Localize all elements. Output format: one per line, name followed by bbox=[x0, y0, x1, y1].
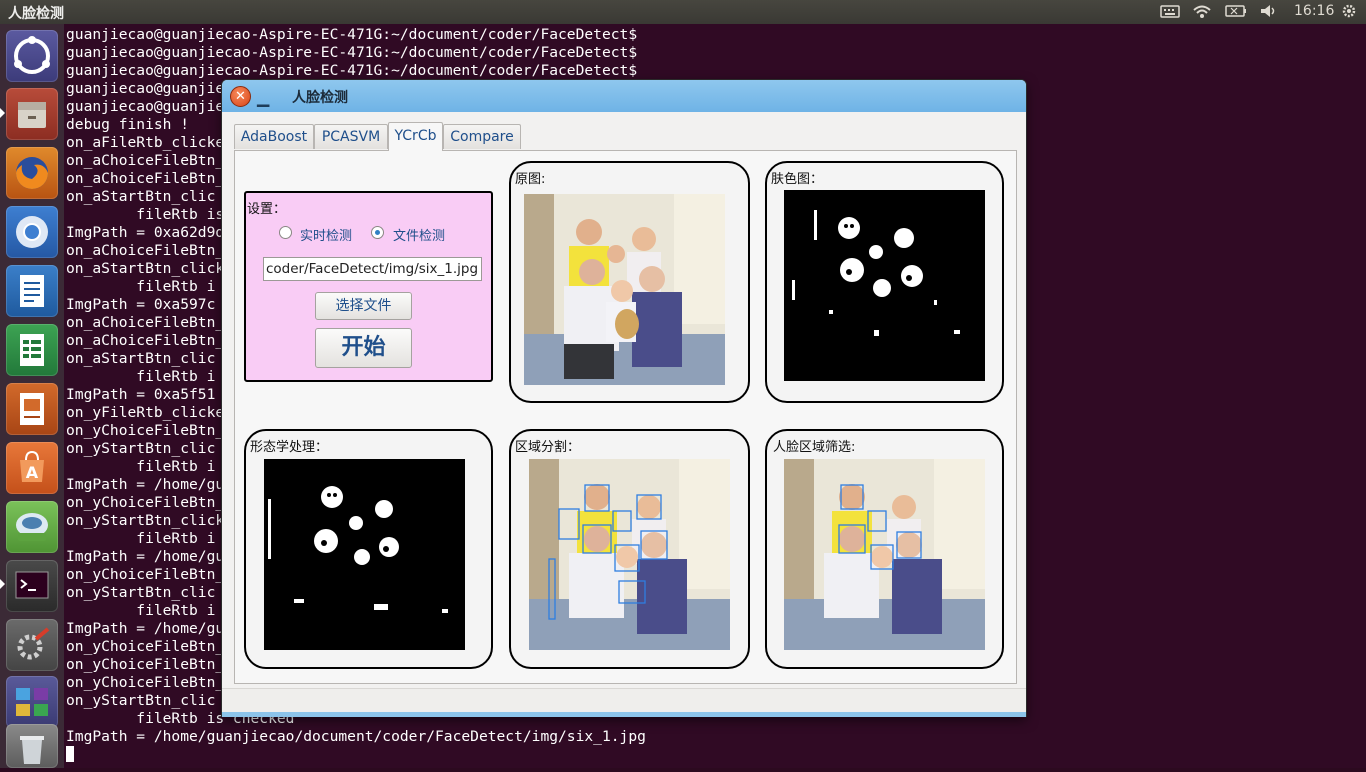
terminal-line: ImgPath = /home/guanjiecao/document/code… bbox=[66, 728, 646, 745]
face-filter-panel: 人脸区域筛选: bbox=[765, 429, 1004, 669]
face-filter-image bbox=[784, 459, 985, 650]
radio-file[interactable] bbox=[371, 226, 384, 239]
workspace-switcher-icon[interactable] bbox=[6, 676, 58, 728]
region-segmentation-panel: 区域分割： bbox=[509, 429, 750, 669]
wifi-icon[interactable] bbox=[1192, 3, 1212, 23]
original-image-panel: 原图: bbox=[509, 161, 750, 403]
tab-ycrcb[interactable]: YCrCb bbox=[388, 122, 443, 151]
terminal-cursor bbox=[66, 746, 74, 762]
volume-icon[interactable] bbox=[1259, 3, 1279, 23]
file-path-input[interactable]: coder/FaceDetect/img/six_1.jpg bbox=[263, 257, 482, 281]
skin-map-panel: 肤色图： bbox=[765, 161, 1004, 403]
svg-text:A: A bbox=[26, 463, 39, 482]
system-settings-icon[interactable] bbox=[6, 619, 58, 671]
active-app-title: 人脸检测 bbox=[8, 6, 64, 22]
radio-realtime[interactable] bbox=[279, 226, 292, 239]
files-icon[interactable] bbox=[6, 88, 58, 140]
writer-icon[interactable] bbox=[6, 265, 58, 317]
tab-pcasvm[interactable]: PCASVM bbox=[314, 124, 388, 149]
tab-compare[interactable]: Compare bbox=[443, 124, 521, 149]
terminal-icon[interactable] bbox=[6, 560, 58, 612]
software-center-icon[interactable]: A bbox=[6, 442, 58, 494]
trash-icon[interactable] bbox=[6, 724, 58, 768]
morphology-image bbox=[264, 459, 465, 650]
backup-icon[interactable] bbox=[6, 501, 58, 553]
start-button[interactable]: 开始 bbox=[315, 328, 412, 368]
window-titlebar[interactable]: ✕ ▁ 人脸检测 bbox=[222, 80, 1026, 112]
radio-file-label[interactable]: 文件检测 bbox=[393, 225, 445, 244]
skin-map-image bbox=[784, 190, 985, 381]
keyboard-icon[interactable] bbox=[1160, 3, 1180, 23]
window-title: 人脸检测 bbox=[292, 90, 348, 106]
ubuntu-dash-icon[interactable] bbox=[6, 30, 58, 82]
close-icon[interactable]: ✕ bbox=[230, 86, 251, 107]
terminal-line: guanjiecao@guanjiecao-Aspire-EC-471G:~/d… bbox=[66, 62, 638, 79]
impress-icon[interactable] bbox=[6, 383, 58, 435]
settings-group: 设置： 实时检测 文件检测 coder/FaceDetect/img/six_1… bbox=[244, 191, 493, 382]
running-indicator bbox=[0, 108, 5, 118]
chromium-icon[interactable] bbox=[6, 206, 58, 258]
region-segmentation-image bbox=[529, 459, 730, 650]
settings-title: 设置： bbox=[247, 202, 287, 217]
settings-gear-icon[interactable] bbox=[1340, 3, 1358, 23]
morphology-panel: 形态学处理： bbox=[244, 429, 493, 669]
radio-realtime-label[interactable]: 实时检测 bbox=[300, 225, 352, 244]
face-filter-title: 人脸区域筛选: bbox=[773, 440, 856, 455]
tab-adaboost[interactable]: AdaBoost bbox=[234, 124, 314, 149]
minimize-icon[interactable]: ▁ bbox=[257, 88, 271, 107]
original-image bbox=[524, 194, 725, 385]
terminal-line: guanjiecao@guanjiecao-Aspire-EC-471G:~/d… bbox=[66, 44, 638, 61]
skin-map-title: 肤色图： bbox=[771, 172, 824, 187]
calc-icon[interactable] bbox=[6, 324, 58, 376]
running-indicator bbox=[0, 579, 5, 589]
launcher: A bbox=[0, 24, 64, 768]
morphology-title: 形态学处理： bbox=[250, 440, 329, 455]
top-panel: 人脸检测 16:16 bbox=[0, 0, 1366, 24]
region-segmentation-title: 区域分割： bbox=[515, 440, 581, 455]
terminal-line: guanjiecao@guanjiecao-Aspire-EC-471G:~/d… bbox=[66, 26, 638, 43]
firefox-icon[interactable] bbox=[6, 147, 58, 199]
battery-icon[interactable] bbox=[1225, 3, 1247, 23]
clock[interactable]: 16:16 bbox=[1294, 3, 1334, 19]
choose-file-button[interactable]: 选择文件 bbox=[315, 292, 412, 320]
original-image-title: 原图: bbox=[515, 172, 546, 187]
face-detect-window: ✕ ▁ 人脸检测 AdaBoost PCASVM YCrCb Compare 设… bbox=[222, 80, 1026, 717]
window-status-strip bbox=[222, 688, 1026, 717]
